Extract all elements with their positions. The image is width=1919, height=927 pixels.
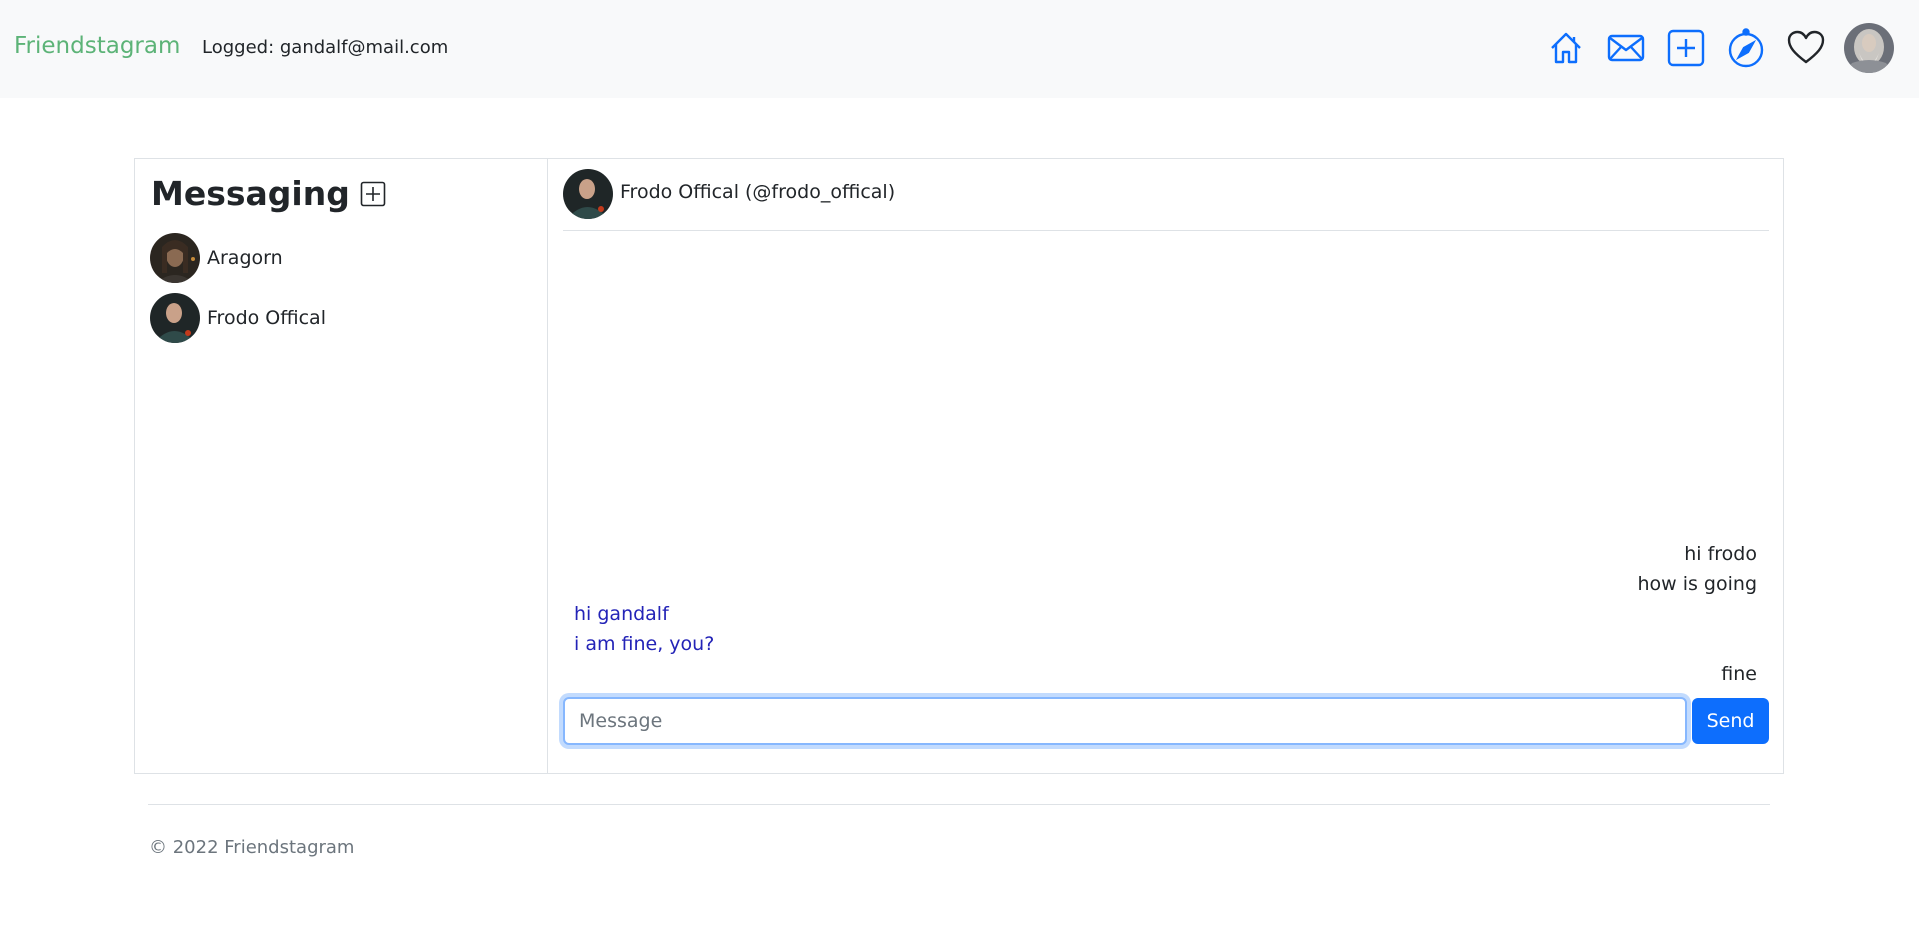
message-sent: how is going [1637, 573, 1757, 595]
logged-user-text: Logged: gandalf@mail.com [202, 37, 449, 58]
home-icon[interactable] [1544, 26, 1588, 70]
nav-icons [1528, 22, 1894, 74]
avatar [563, 169, 613, 219]
brand-link[interactable]: Friendstagram [14, 33, 180, 59]
chat-pane: Frodo Offical (@frodo_offical) hi frodo … [549, 159, 1783, 773]
plus-square-icon[interactable] [1664, 26, 1708, 70]
messaging-panel: Messaging Aragorn Frodo Offical Frodo Of… [134, 158, 1784, 774]
page-title: Messaging [151, 174, 350, 213]
avatar [150, 293, 200, 343]
envelope-icon[interactable] [1604, 26, 1648, 70]
user-avatar[interactable] [1844, 23, 1894, 73]
navbar: Friendstagram Logged: gandalf@mail.com [0, 0, 1919, 98]
conversations-sidebar: Messaging Aragorn Frodo Offical [135, 159, 548, 773]
avatar [150, 233, 200, 283]
plus-square-icon [360, 181, 386, 206]
chat-header: Frodo Offical (@frodo_offical) [563, 169, 1769, 231]
sidebar-header: Messaging [151, 174, 386, 213]
heart-icon[interactable] [1784, 26, 1828, 70]
message-sent: fine [1721, 663, 1757, 685]
footer-copyright: © 2022 Friendstagram [149, 837, 355, 858]
conversation-name: Frodo Offical [207, 307, 326, 329]
send-button[interactable]: Send [1692, 698, 1769, 744]
chat-contact-name: Frodo Offical (@frodo_offical) [620, 181, 896, 203]
conversation-item-frodo[interactable]: Frodo Offical [150, 293, 326, 343]
message-received: i am fine, you? [574, 633, 715, 655]
message-composer: Send [563, 697, 1769, 745]
message-input[interactable] [563, 697, 1688, 745]
compass-icon[interactable] [1724, 26, 1768, 70]
conversation-item-aragorn[interactable]: Aragorn [150, 233, 283, 283]
message-received: hi gandalf [574, 603, 669, 625]
message-sent: hi frodo [1684, 543, 1757, 565]
footer-divider [148, 804, 1770, 805]
conversation-name: Aragorn [207, 247, 283, 269]
new-conversation-button[interactable] [360, 181, 386, 207]
